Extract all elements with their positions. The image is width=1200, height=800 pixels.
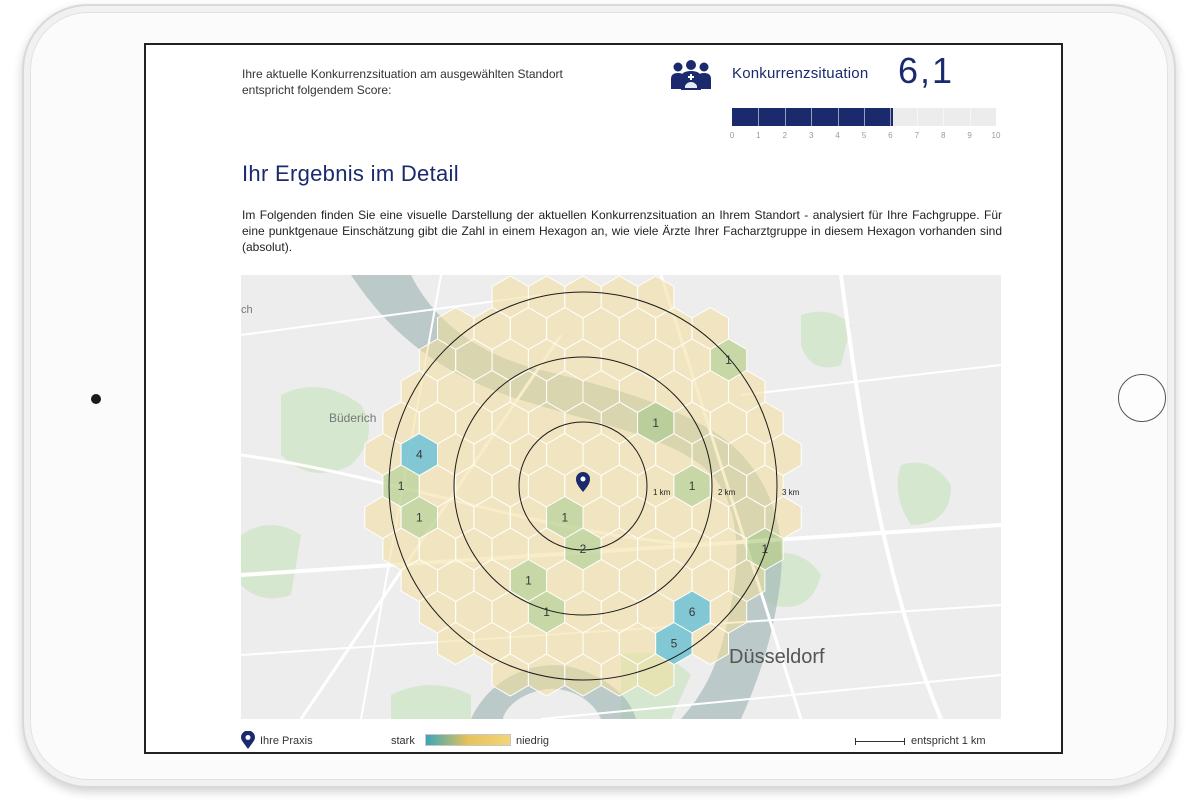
hexagon-count: 4 <box>416 448 423 462</box>
score-scale-tick: 2 <box>782 131 788 140</box>
competition-map[interactable]: 1141111211165 1 km 2 km 3 km Büderich Dü… <box>241 275 1001 719</box>
score-scale-tick: 1 <box>756 131 761 140</box>
score-scale-tick: 8 <box>940 131 946 140</box>
legend-stark-label: stark <box>391 735 415 747</box>
hexagon-count: 1 <box>689 479 696 493</box>
score-scale-tick: 6 <box>888 131 893 140</box>
place-label-partial: ch <box>241 304 253 316</box>
detail-description: Im Folgenden finden Sie eine visuelle Da… <box>242 208 1002 254</box>
hexagon-count: 1 <box>652 416 659 430</box>
score-bar-divider <box>811 108 813 126</box>
score-scale-tick: 4 <box>835 131 840 140</box>
score-bar-divider <box>890 108 892 126</box>
map-legend: Ihre Praxis stark niedrig entspricht 1 k… <box>241 729 1001 751</box>
score-bar-divider <box>837 108 839 126</box>
score-label: Konkurrenzsituation <box>732 65 869 82</box>
score-bar-divider <box>864 108 865 126</box>
score-bar <box>732 108 996 126</box>
hexagon-count: 1 <box>525 574 532 588</box>
scale-bar <box>855 738 905 745</box>
location-pin-icon <box>241 731 255 749</box>
legend-intensity-gradient <box>425 734 511 746</box>
tablet-frame: Ihre aktuelle Konkurrenzsituation am aus… <box>22 4 1176 788</box>
score-bar-fill <box>732 108 894 126</box>
score-bar-divider <box>916 108 918 126</box>
intro-text: Ihre aktuelle Konkurrenzsituation am aus… <box>242 67 563 97</box>
report-screen: Ihre aktuelle Konkurrenzsituation am aus… <box>144 43 1063 754</box>
detail-heading: Ihr Ergebnis im Detail <box>242 161 459 186</box>
camera-icon <box>91 394 101 404</box>
place-label-buederich: Büderich <box>329 411 376 425</box>
hexagon-count: 1 <box>561 511 568 525</box>
score-scale-tick: 10 <box>991 131 1001 140</box>
hexagon-count: 1 <box>398 479 405 493</box>
score-scale-tick: 5 <box>861 131 867 140</box>
legend-praxis-label: Ihre Praxis <box>260 735 313 747</box>
home-button[interactable] <box>1118 374 1166 422</box>
ring-label-1km: 1 km <box>653 488 671 497</box>
hexagon-count: 6 <box>689 605 696 619</box>
ring-label-2km: 2 km <box>718 488 736 497</box>
doctors-group-icon <box>671 60 711 90</box>
score-bar-divider <box>784 108 786 126</box>
legend-niedrig-label: niedrig <box>516 735 550 747</box>
place-label-duesseldorf: Düsseldorf <box>729 646 825 668</box>
score-bar-divider <box>969 108 971 126</box>
score-bar-divider <box>758 108 760 126</box>
hexagon-count: 1 <box>416 511 423 525</box>
score-scale-tick: 0 <box>729 131 735 140</box>
map-canvas: 1141 11 12 111 65 1 km 2 km 3 km Büderich Dü… <box>241 275 1001 719</box>
score-scale-tick: 3 <box>808 131 814 140</box>
score-bar-divider <box>943 108 945 126</box>
hexagon-count: 5 <box>671 637 678 651</box>
score-scale-tick: 9 <box>967 131 972 140</box>
hexagon-count: 2 <box>580 542 587 556</box>
score-value: 6,1 <box>898 50 955 91</box>
ring-label-3km: 3 km <box>782 488 800 497</box>
hexagon-count: 1 <box>543 605 550 619</box>
legend-scale-text: entspricht 1 km <box>911 735 986 747</box>
score-scale-tick: 7 <box>914 131 920 140</box>
